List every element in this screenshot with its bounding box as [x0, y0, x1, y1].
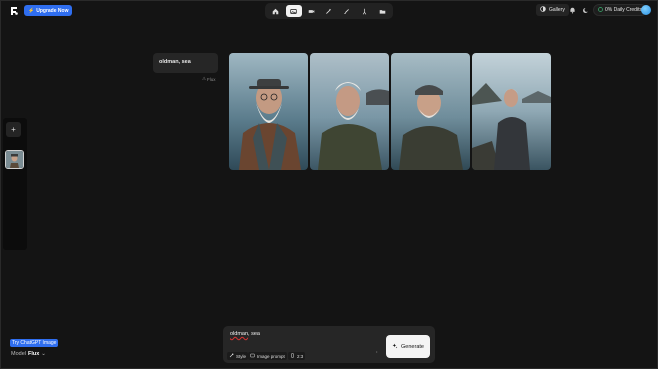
- gallery-icon: [540, 6, 546, 14]
- prompt-input[interactable]: oldman, sea: [230, 331, 260, 337]
- model-tag-icon: ⚠: [202, 76, 207, 81]
- prompt-rest-text: , sea: [248, 331, 260, 337]
- generated-image-1[interactable]: [229, 53, 308, 170]
- generated-image-2[interactable]: [310, 53, 389, 170]
- folder-icon[interactable]: [374, 5, 390, 17]
- style-label: Style: [236, 353, 247, 359]
- theme-toggle-icon[interactable]: [580, 5, 590, 15]
- history-thumbnail[interactable]: [5, 150, 24, 169]
- image-prompt-label: Image prompt: [257, 353, 285, 359]
- style-button[interactable]: Style: [227, 352, 249, 360]
- video-icon[interactable]: [303, 5, 319, 17]
- daily-credits-badge[interactable]: 0% Daily Credits: [593, 4, 647, 16]
- chevron-down-icon: ⌄: [41, 351, 46, 357]
- credits-label: 0% Daily Credits: [605, 7, 642, 13]
- image-prompt-icon: [250, 353, 255, 359]
- tool-nav: [265, 3, 393, 19]
- generate-label: Generate: [401, 343, 424, 350]
- bell-icon[interactable]: [567, 5, 577, 15]
- try-chatgpt-label: Try ChatGPT Image: [12, 340, 57, 346]
- pin-icon[interactable]: [356, 5, 372, 17]
- try-chatgpt-image-button[interactable]: Try ChatGPT Image: [10, 339, 59, 347]
- gallery-button[interactable]: Gallery: [536, 4, 569, 16]
- plus-icon: +: [11, 125, 16, 134]
- model-name: Flux: [27, 351, 40, 357]
- credits-ring-icon: [598, 6, 603, 14]
- generated-image-4[interactable]: [472, 53, 551, 170]
- style-icon: [229, 353, 234, 359]
- gallery-label: Gallery: [549, 7, 565, 13]
- history-sidebar: [3, 118, 27, 250]
- sparkle-icon: [392, 343, 398, 351]
- aspect-ratio-label: 2:3: [297, 353, 304, 359]
- history-prompt-text: oldman, sea: [159, 59, 191, 65]
- model-tag: ⚠ Flux: [202, 76, 216, 82]
- magic-wand-icon[interactable]: [321, 5, 337, 17]
- aspect-ratio-icon: [290, 353, 295, 359]
- generate-button[interactable]: Generate: [386, 335, 430, 358]
- upgrade-label: Upgrade Now: [36, 7, 69, 14]
- model-selector[interactable]: Model Flux ⌄: [11, 351, 46, 357]
- model-prefix: Model: [11, 351, 26, 357]
- avatar[interactable]: [641, 5, 651, 15]
- bolt-icon: ⚡: [28, 7, 35, 14]
- image-prompt-button[interactable]: Image prompt: [248, 352, 287, 360]
- new-generation-button[interactable]: +: [6, 122, 21, 137]
- brush-icon[interactable]: [339, 5, 355, 17]
- freepik-logo-icon[interactable]: [9, 6, 19, 16]
- mic-icon[interactable]: •: [376, 349, 377, 354]
- prompt-misspelled-word: oldman: [230, 331, 249, 337]
- generated-image-3[interactable]: [391, 53, 470, 170]
- aspect-ratio-button[interactable]: 2:3: [288, 352, 306, 360]
- prompt-history-bubble: oldman, sea: [153, 53, 218, 73]
- upgrade-button[interactable]: ⚡ Upgrade Now: [24, 5, 73, 16]
- image-icon[interactable]: [285, 5, 302, 17]
- home-icon[interactable]: [268, 5, 284, 17]
- model-tag-label: Flux: [207, 76, 216, 82]
